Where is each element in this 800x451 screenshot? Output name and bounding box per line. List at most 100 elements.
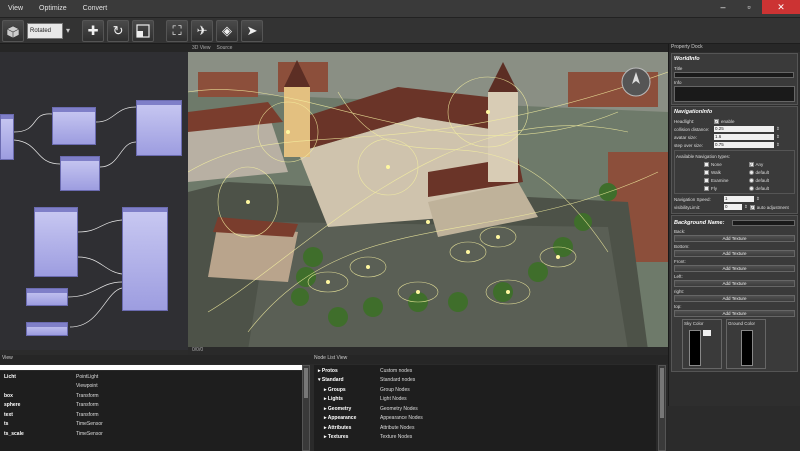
avatar-label: avatar size: xyxy=(674,134,698,140)
auto-adjust-checkbox[interactable]: ✓ xyxy=(749,204,755,210)
examine-default-radio[interactable] xyxy=(748,177,754,183)
list-item[interactable]: text Transform xyxy=(4,410,298,420)
sky-color-swatch[interactable] xyxy=(689,330,701,366)
expand-arrow-icon[interactable]: ▸ xyxy=(324,425,327,431)
scene-tree-scrollbar[interactable] xyxy=(302,365,310,451)
ground-color-swatch[interactable] xyxy=(741,330,753,366)
viewport-3d[interactable] xyxy=(188,52,668,350)
graph-node[interactable] xyxy=(52,107,96,145)
list-item[interactable]: Viewpoint xyxy=(4,382,298,392)
headlight-checkbox[interactable]: ✓ xyxy=(714,118,719,124)
graph-node[interactable] xyxy=(26,322,68,336)
list-item[interactable]: ts_scale TimeSensor xyxy=(4,429,298,439)
graph-node[interactable] xyxy=(0,114,14,160)
collision-field[interactable]: 0.25 xyxy=(714,126,774,132)
list-item[interactable]: ▸ Textures Texture Nodes xyxy=(318,433,652,443)
list-item[interactable]: ts TimeSensor xyxy=(4,420,298,430)
background-name-field[interactable] xyxy=(731,219,795,226)
menu-optimize[interactable]: Optimize xyxy=(31,5,75,12)
expand-arrow-icon[interactable]: ▸ xyxy=(318,368,321,374)
ground-color-box[interactable]: Ground Color xyxy=(726,319,766,369)
list-item[interactable]: ▸ Attributes Attribute Nodes xyxy=(318,423,652,433)
list-item[interactable]: Licht PointLight xyxy=(4,372,298,382)
walk-mode-icon[interactable]: ⛶ xyxy=(166,19,189,42)
expand-arrow-icon[interactable]: ▸ xyxy=(324,406,327,412)
list-item[interactable]: ▾ Standard Standard nodes xyxy=(318,376,652,386)
list-item[interactable]: sphere Transform xyxy=(4,401,298,411)
type-any-checkbox[interactable]: ✓ xyxy=(748,161,754,167)
walk-default-radio[interactable] xyxy=(748,169,754,175)
graph-node[interactable] xyxy=(136,100,182,156)
background-section: Background Name: Back: Add Texture Botto… xyxy=(671,215,798,372)
route-graph-panel[interactable] xyxy=(0,52,188,350)
graph-node[interactable] xyxy=(34,207,78,277)
list-item[interactable]: ▸ Appearance Appearance Nodes xyxy=(318,414,652,424)
avatar-field[interactable]: 1.6 xyxy=(714,134,774,140)
type-fly-checkbox[interactable] xyxy=(704,185,709,191)
speed-field[interactable]: 1 xyxy=(724,196,754,202)
spin-icon[interactable]: ⇕ xyxy=(756,196,760,202)
tab-3d-view[interactable]: 3D View xyxy=(192,45,211,51)
list-item[interactable]: ▸ Geometry Geometry Nodes xyxy=(318,404,652,414)
expand-arrow-icon[interactable]: ▸ xyxy=(324,396,327,402)
spin-icon[interactable]: ⇕ xyxy=(776,142,780,148)
menu-convert[interactable]: Convert xyxy=(75,5,116,12)
add-texture-right-button[interactable]: Add Texture xyxy=(674,295,795,302)
fly-default-radio[interactable] xyxy=(748,185,754,191)
list-item[interactable]: ▸ Protos Custom nodes xyxy=(318,366,652,376)
scene-tree-title: View xyxy=(0,355,312,364)
expand-arrow-icon[interactable]: ▸ xyxy=(324,415,327,421)
tab-source[interactable]: Source xyxy=(217,45,233,51)
list-item[interactable]: ▸ Groups Group Nodes xyxy=(318,385,652,395)
navigate-mode-icon[interactable]: ➤ xyxy=(241,19,264,42)
add-texture-front-button[interactable]: Add Texture xyxy=(674,265,795,272)
expand-arrow-icon[interactable]: ▸ xyxy=(324,387,327,393)
scale-icon[interactable] xyxy=(132,19,155,42)
maximize-icon[interactable]: ▫ xyxy=(736,0,762,14)
list-item[interactable]: box Transform xyxy=(4,391,298,401)
view-tabbar: 3D View Source xyxy=(188,44,668,52)
collapse-arrow-icon[interactable]: ▾ xyxy=(318,377,321,383)
sky-color-picker-icon[interactable] xyxy=(703,330,711,336)
type-examine-checkbox[interactable] xyxy=(704,177,709,183)
rotate-icon[interactable]: ↻ xyxy=(107,19,130,42)
spin-icon[interactable]: ⇕ xyxy=(776,134,780,140)
sky-color-box[interactable]: Sky Color xyxy=(682,319,722,369)
step-field[interactable]: 0.75 xyxy=(714,142,774,148)
mode-select[interactable]: Rotated xyxy=(27,22,63,39)
graph-node[interactable] xyxy=(60,156,100,191)
examine-mode-icon[interactable]: ◈ xyxy=(216,19,239,42)
scene-tree-list[interactable]: Licht PointLight Viewpoint box Transform s… xyxy=(0,371,302,451)
spin-icon[interactable]: ⇕ xyxy=(744,204,748,210)
close-icon[interactable]: ✕ xyxy=(762,0,800,14)
fly-mode-icon[interactable]: ✈ xyxy=(191,19,214,42)
add-texture-top-button[interactable]: Add Texture xyxy=(674,310,795,317)
spin-icon[interactable]: ⇕ xyxy=(776,126,780,132)
type-none-checkbox[interactable] xyxy=(704,161,709,167)
ground-color-label: Ground Color xyxy=(728,321,756,326)
select-dropdown-icon[interactable]: ▾ xyxy=(66,26,70,35)
graph-node[interactable] xyxy=(122,207,168,311)
background-title: Background Name: xyxy=(674,219,725,226)
visibility-field[interactable]: 0 xyxy=(724,204,742,210)
toolbar: Rotated ▾ ✚ ↻ ⛶ ✈ ◈ ➤ xyxy=(0,18,800,44)
translate-icon[interactable]: ✚ xyxy=(82,19,105,42)
menu-view[interactable]: View xyxy=(0,5,31,12)
add-texture-bottom-button[interactable]: Add Texture xyxy=(674,250,795,257)
box-icon[interactable] xyxy=(2,19,24,42)
bg-front-label: Front: xyxy=(674,258,686,264)
headlight-check-label: enable xyxy=(721,118,735,124)
node-list[interactable]: ▸ Protos Custom nodes ▾ Standard Standard … xyxy=(314,365,656,451)
graph-node[interactable] xyxy=(26,288,68,306)
menubar: View Optimize Convert xyxy=(0,0,800,18)
add-texture-left-button[interactable]: Add Texture xyxy=(674,280,795,287)
type-walk-checkbox[interactable] xyxy=(704,169,709,175)
view-status: 0/0/0 xyxy=(188,347,668,355)
list-item[interactable]: ▸ Lights Light Nodes xyxy=(318,395,652,405)
expand-arrow-icon[interactable]: ▸ xyxy=(324,434,327,440)
title-label: Title xyxy=(674,65,683,71)
minimize-icon[interactable]: – xyxy=(710,0,736,14)
add-texture-back-button[interactable]: Add Texture xyxy=(674,235,795,242)
info-field[interactable] xyxy=(674,86,795,102)
node-list-scrollbar[interactable] xyxy=(658,365,666,451)
